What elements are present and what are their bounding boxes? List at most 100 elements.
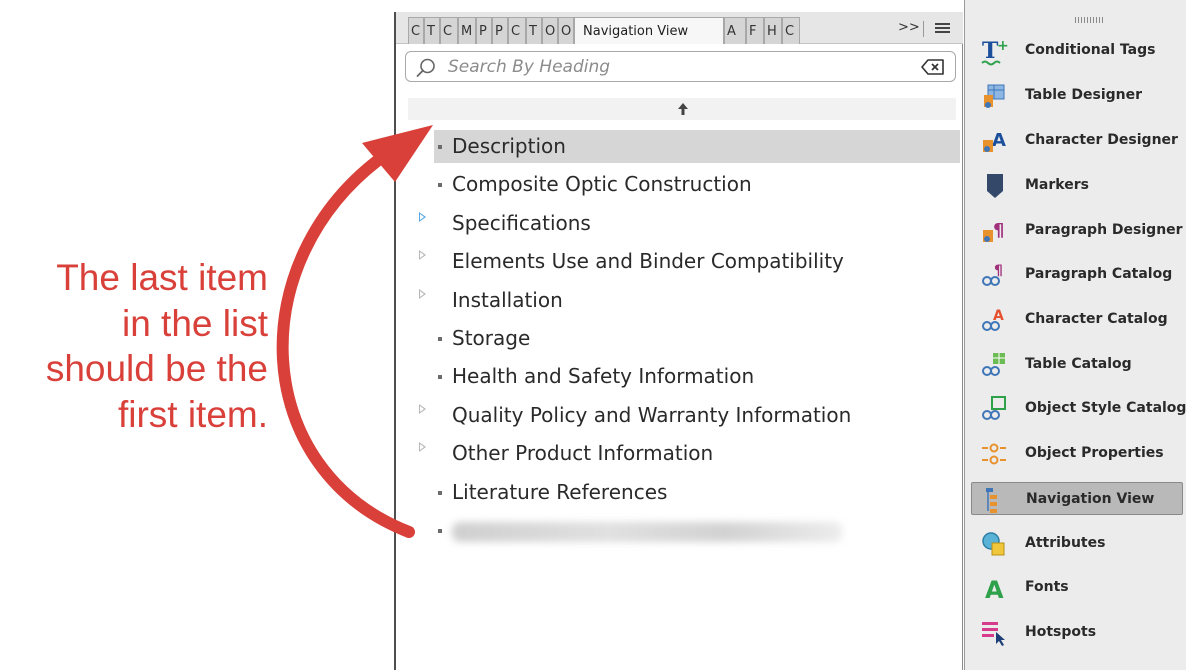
drag-grip[interactable] <box>1075 17 1105 23</box>
hotspots-icon <box>982 622 1005 646</box>
tab-overflow-button[interactable]: >> <box>898 20 920 35</box>
tree-item-label: Health and Safety Information <box>452 364 755 388</box>
fonts-icon: A <box>985 576 1004 603</box>
panel-item-label: Character Catalog <box>1025 311 1168 327</box>
tree-item[interactable]: Composite Optic Construction <box>434 168 960 201</box>
panel-menu-icon[interactable] <box>935 23 950 35</box>
tree-item-label: Composite Optic Construction <box>452 172 752 196</box>
panel-tab[interactable]: A <box>724 17 746 44</box>
panel-item-label: Navigation View <box>1026 491 1155 507</box>
navigation-view-panel: CTCMPPCTOONavigation ViewAFHC >> Descrip… <box>394 12 963 670</box>
object-properties-icon <box>982 443 1006 465</box>
bullet-icon <box>438 375 442 379</box>
tree-item-label: Specifications <box>452 211 591 235</box>
tree-item[interactable]: Storage <box>434 322 960 355</box>
attributes-icon <box>982 532 1005 556</box>
tree-item[interactable]: Health and Safety Information <box>434 360 960 393</box>
search-icon <box>416 58 435 77</box>
panel-item-conditional-tags[interactable]: T + Conditional Tags <box>971 34 1183 67</box>
expand-triangle-icon[interactable] <box>419 250 426 260</box>
navigation-view-icon <box>986 488 997 513</box>
expand-triangle-icon[interactable] <box>419 289 426 299</box>
tree-item[interactable]: Installation <box>419 284 960 317</box>
panel-item-paragraph-catalog[interactable]: ¶ Paragraph Catalog <box>971 258 1183 291</box>
panel-item-paragraph-designer[interactable]: ¶ Paragraph Designer <box>971 214 1183 247</box>
bullet-icon <box>438 529 442 533</box>
panel-item-object-style-catalog[interactable]: Object Style Catalog <box>971 392 1186 425</box>
svg-text:+: + <box>997 38 1009 54</box>
tree-item[interactable]: Quality Policy and Warranty Information <box>419 399 960 432</box>
panel-item-label: Markers <box>1025 177 1089 193</box>
tree-item-label: Installation <box>452 288 563 312</box>
panel-tab[interactable]: T <box>424 17 440 44</box>
panel-tab[interactable]: T <box>526 17 542 44</box>
object-style-catalog-icon <box>982 396 1006 420</box>
panel-item-label: Paragraph Catalog <box>1025 266 1173 282</box>
tree-item-label: Quality Policy and Warranty Information <box>452 403 852 427</box>
panel-item-attributes[interactable]: Attributes <box>971 527 1183 560</box>
panel-item-hotspots[interactable]: Hotspots <box>971 616 1183 649</box>
expand-triangle-icon[interactable] <box>419 404 426 414</box>
panel-tab[interactable]: C <box>440 17 458 44</box>
panel-item-character-catalog[interactable]: A Character Catalog <box>971 303 1183 336</box>
table-designer-icon <box>984 84 1005 108</box>
tree-item-label: Elements Use and Binder Compatibility <box>452 249 844 273</box>
panel-item-markers[interactable]: Markers <box>971 169 1183 202</box>
panel-item-label: Hotspots <box>1025 624 1097 640</box>
bullet-icon <box>438 145 442 149</box>
panel-item-navigation-view[interactable]: Navigation View <box>971 482 1183 515</box>
tree-item[interactable]: Other Product Information <box>419 437 960 470</box>
panel-item-label: Character Designer <box>1025 132 1178 148</box>
annotation-callout: The last item in the list should be the … <box>0 255 268 437</box>
panel-tab[interactable]: F <box>746 17 764 44</box>
panel-item-label: Conditional Tags <box>1025 42 1156 58</box>
panel-tab[interactable]: C <box>408 17 424 44</box>
panel-tab[interactable]: P <box>476 17 492 44</box>
panel-tab[interactable]: O <box>542 17 558 44</box>
panel-tab[interactable]: M <box>458 17 476 44</box>
panel-item-character-designer[interactable]: A Character Designer <box>971 124 1183 157</box>
panel-item-table-designer[interactable]: Table Designer <box>971 79 1183 112</box>
panel-tab[interactable]: O <box>558 17 574 44</box>
bullet-icon <box>438 491 442 495</box>
svg-text:A: A <box>992 130 1006 151</box>
panel-item-label: Object Style Catalog <box>1025 400 1186 416</box>
annotation-line: The last item <box>56 257 268 298</box>
panel-tab[interactable]: C <box>508 17 526 44</box>
panel-item-table-catalog[interactable]: Table Catalog <box>971 348 1183 381</box>
go-up-button[interactable] <box>408 98 956 120</box>
panels-sidebar: T + Conditional Tags Table Designer A Charact… <box>964 0 1186 670</box>
tab-separator <box>923 21 924 37</box>
panel-item-label: Fonts <box>1025 579 1069 595</box>
paragraph-catalog-icon: ¶ <box>982 263 1003 286</box>
search-input[interactable] <box>448 55 908 79</box>
character-catalog-icon: A <box>982 308 1004 331</box>
panel-tab[interactable]: H <box>764 17 782 44</box>
search-field[interactable] <box>405 51 956 82</box>
panel-item-label: Table Designer <box>1025 87 1143 103</box>
expand-triangle-icon[interactable] <box>419 212 426 222</box>
tree-item-label: Other Product Information <box>452 441 714 465</box>
conditional-tags-icon: T+ <box>981 38 1009 66</box>
panel-item-object-properties[interactable]: Object Properties <box>971 437 1183 470</box>
arrow-up-icon <box>678 103 688 115</box>
tree-item-label: Storage <box>452 326 531 350</box>
panel-tab[interactable]: C <box>782 17 800 44</box>
character-designer-icon: A <box>983 130 1006 152</box>
clear-search-icon[interactable] <box>921 59 945 75</box>
tree-item[interactable]: Description <box>434 130 960 163</box>
panel-item-label: Paragraph Designer <box>1025 222 1183 238</box>
panel-item-fonts[interactable]: A Fonts <box>971 571 1183 604</box>
tree-item[interactable]: Literature References <box>434 476 960 509</box>
tree-item-label: Description <box>452 134 566 158</box>
panel-tab-strip: C T C M P P C T O O Navigation View A F H C >> <box>396 12 963 44</box>
expand-triangle-icon[interactable] <box>419 442 426 452</box>
tree-item[interactable] <box>434 514 960 547</box>
tree-item[interactable]: Elements Use and Binder Compatibility <box>419 245 960 278</box>
panel-item-label: Object Properties <box>1025 445 1164 461</box>
markers-icon <box>987 174 1003 198</box>
bullet-icon <box>438 183 442 187</box>
panel-tab[interactable]: P <box>492 17 508 44</box>
tree-item[interactable]: Specifications <box>419 207 960 240</box>
tab-navigation-view[interactable]: Navigation View <box>574 17 724 44</box>
